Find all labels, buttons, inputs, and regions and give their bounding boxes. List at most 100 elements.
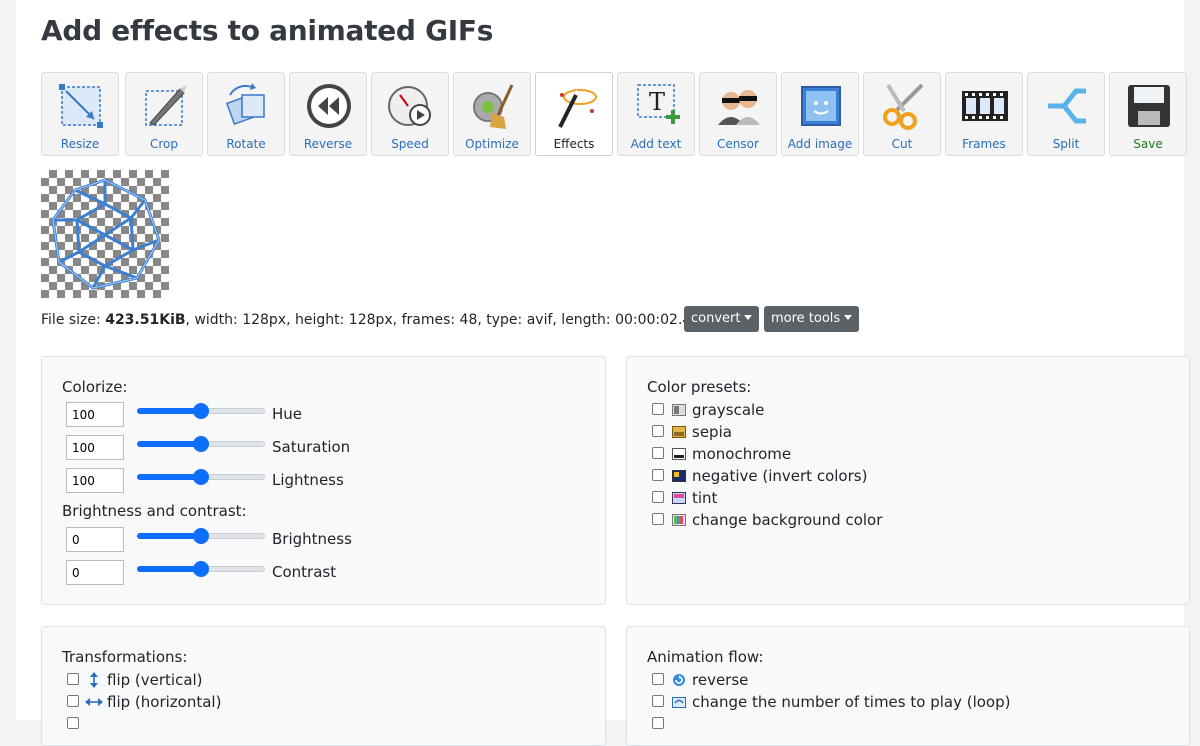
tool-label: Crop (149, 137, 178, 151)
tint-label[interactable]: tint (692, 489, 717, 507)
add-text-icon: T (637, 84, 680, 124)
tool-label: Add image (787, 137, 853, 151)
speed-icon (388, 86, 431, 126)
tint-checkbox[interactable] (652, 491, 664, 503)
flip-vertical-checkbox[interactable] (67, 673, 79, 685)
censor-icon (718, 90, 760, 125)
rotate-checkbox[interactable] (67, 717, 79, 729)
hue-slider[interactable] (137, 403, 265, 419)
tool-add-image[interactable]: Add image (781, 72, 859, 156)
tool-label: Split (1052, 137, 1080, 151)
tool-save[interactable]: Save (1109, 72, 1187, 156)
monochrome-label[interactable]: monochrome (692, 445, 791, 463)
chevron-down-icon (844, 315, 853, 320)
file-details: , width: 128px, height: 128px, frames: 4… (185, 312, 683, 328)
rotate-icon (225, 83, 265, 126)
negative-icon (672, 470, 686, 482)
saturation-input[interactable] (66, 435, 124, 460)
crop-icon (145, 85, 186, 126)
background-color-icon (672, 514, 686, 526)
hue-input[interactable] (66, 402, 124, 427)
grayscale-icon (672, 404, 686, 416)
background-color-checkbox[interactable] (652, 513, 664, 525)
file-size-label: File size: (41, 312, 106, 328)
lightness-input[interactable] (66, 468, 124, 493)
page-title: Add effects to animated GIFs (41, 14, 494, 47)
tool-label: Speed (391, 137, 429, 151)
flip-vertical-label[interactable]: flip (vertical) (107, 671, 203, 689)
tool-label: Rotate (226, 137, 266, 151)
tool-reverse[interactable]: Reverse (289, 72, 367, 156)
brightness-slider[interactable] (137, 528, 265, 544)
optimize-icon (473, 84, 514, 129)
background-color-label[interactable]: change background color (692, 511, 882, 529)
lightness-slider[interactable] (137, 469, 265, 485)
saturation-slider[interactable] (137, 436, 265, 452)
more-tools-button[interactable]: more tools (764, 306, 860, 332)
convert-button[interactable]: convert (684, 306, 760, 332)
color-presets-title: Color presets: (647, 378, 752, 396)
tool-label: Effects (553, 137, 595, 151)
animated-gif-image (51, 178, 161, 290)
file-info: File size: 423.51KiB, width: 128px, heig… (41, 310, 698, 330)
tool-split[interactable]: Split (1027, 72, 1105, 156)
file-size-value: 423.51KiB (105, 312, 186, 328)
tool-frames[interactable]: Frames (945, 72, 1023, 156)
tool-cut[interactable]: Cut (863, 72, 941, 156)
contrast-label: Contrast (272, 563, 337, 581)
tool-label: Resize (60, 137, 100, 151)
animation-flow-title: Animation flow: (647, 648, 764, 666)
tint-icon (672, 492, 686, 504)
loop-label[interactable]: change the number of times to play (loop… (692, 693, 1010, 711)
animation-option-checkbox[interactable] (652, 717, 664, 729)
save-icon (1128, 85, 1170, 127)
lightness-label: Lightness (272, 471, 344, 489)
flip-horizontal-label[interactable]: flip (horizontal) (107, 693, 221, 711)
loop-checkbox[interactable] (652, 695, 664, 707)
svg-text:T: T (649, 88, 665, 116)
reverse-checkbox[interactable] (652, 673, 664, 685)
tool-optimize[interactable]: Optimize (453, 72, 531, 156)
page: Add effects to animated GIFs Resize Crop (16, 0, 1190, 746)
reverse-icon (307, 84, 351, 128)
transformations-panel: Transformations: flip (vertical) flip (h… (41, 626, 606, 746)
colorize-title: Colorize: (62, 378, 128, 396)
grayscale-checkbox[interactable] (652, 403, 664, 415)
sepia-checkbox[interactable] (652, 425, 664, 437)
effects-icon (558, 89, 597, 128)
tool-label: Reverse (303, 137, 353, 151)
brightness-contrast-title: Brightness and contrast: (62, 502, 247, 520)
grayscale-label[interactable]: grayscale (692, 401, 764, 419)
tool-crop[interactable]: Crop (125, 72, 203, 156)
sepia-label[interactable]: sepia (692, 423, 732, 441)
reverse-label[interactable]: reverse (692, 671, 748, 689)
contrast-slider[interactable] (137, 561, 265, 577)
tool-resize[interactable]: Resize (41, 72, 119, 156)
saturation-label: Saturation (272, 438, 351, 456)
cut-icon (883, 83, 924, 130)
tool-add-text[interactable]: T Add text (617, 72, 695, 156)
transformations-title: Transformations: (62, 648, 188, 666)
hue-label: Hue (272, 405, 303, 423)
monochrome-checkbox[interactable] (652, 447, 664, 459)
add-image-icon (801, 86, 841, 126)
color-presets-panel: Color presets: grayscale sepia monochrom… (626, 356, 1190, 605)
tool-censor[interactable]: Censor (699, 72, 777, 156)
negative-checkbox[interactable] (652, 469, 664, 481)
colorize-panel: Colorize: Hue Saturation Lightness Brigh… (41, 356, 606, 605)
reverse-small-icon (673, 674, 685, 686)
tool-label: Optimize (465, 137, 519, 151)
loop-icon (672, 697, 686, 708)
tool-speed[interactable]: Speed (371, 72, 449, 156)
negative-label[interactable]: negative (invert colors) (692, 467, 867, 485)
chevron-down-icon (744, 315, 753, 320)
tool-effects[interactable]: Effects (535, 72, 613, 156)
flip-vertical-icon (90, 672, 98, 688)
tool-label: Save (1133, 137, 1163, 151)
contrast-input[interactable] (66, 560, 124, 585)
monochrome-icon (672, 448, 686, 460)
flip-horizontal-checkbox[interactable] (67, 695, 79, 707)
gif-preview (41, 170, 169, 298)
brightness-input[interactable] (66, 527, 124, 552)
tool-rotate[interactable]: Rotate (207, 72, 285, 156)
